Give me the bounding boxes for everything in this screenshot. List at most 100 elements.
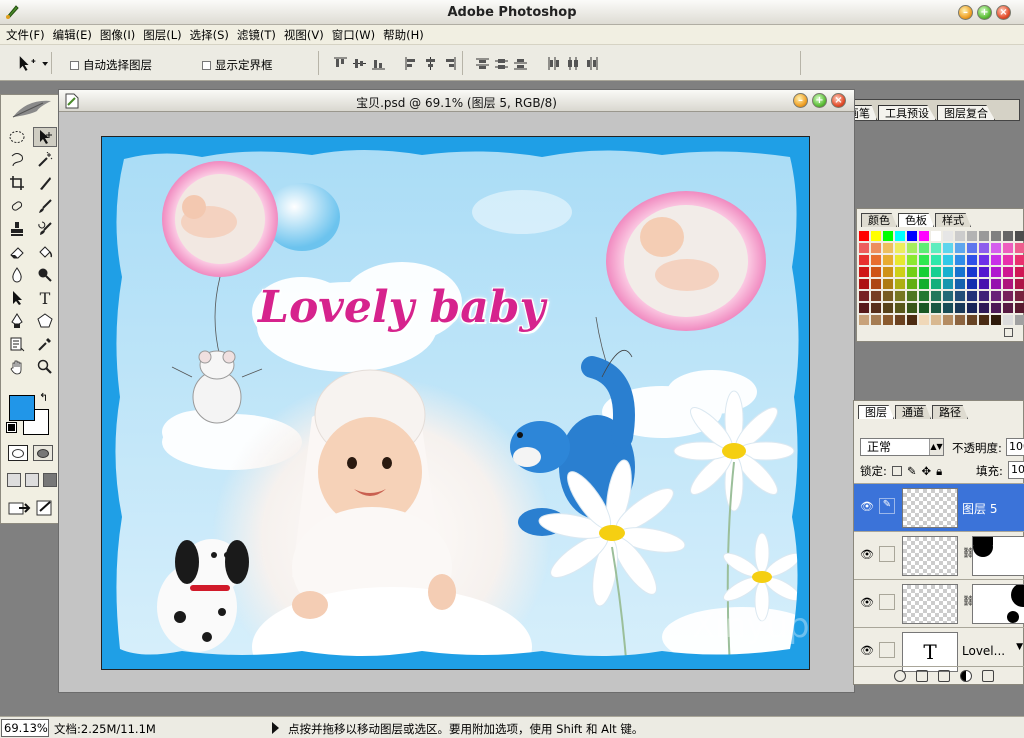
distribute-hcenter-icon[interactable] xyxy=(566,57,579,70)
swatch-cell[interactable] xyxy=(943,231,953,241)
swatch-cell[interactable] xyxy=(907,279,917,289)
lock-pixels-icon[interactable]: ✎ xyxy=(907,464,917,478)
swatch-cell[interactable] xyxy=(1003,231,1013,241)
lock-all-icon[interactable]: 🔒︎ xyxy=(936,464,942,479)
distribute-right-icon[interactable] xyxy=(585,57,598,70)
lock-transparency-icon[interactable] xyxy=(891,466,902,476)
palette-tab-tool-presets[interactable]: 工具预设 xyxy=(878,105,936,120)
menu-view[interactable]: 视图(V) xyxy=(280,27,328,43)
menu-window[interactable]: 窗口(W) xyxy=(328,27,379,43)
new-layer-icon[interactable] xyxy=(982,669,994,682)
swatch-cell[interactable] xyxy=(991,291,1001,301)
tab-swatches[interactable]: 色板 xyxy=(898,213,934,227)
jump-to-imageready-icon[interactable] xyxy=(7,499,31,517)
type-tool-icon[interactable]: T xyxy=(33,288,57,308)
swatch-cell[interactable] xyxy=(979,267,989,277)
swatch-cell[interactable] xyxy=(859,279,869,289)
swatch-cell[interactable] xyxy=(907,315,917,325)
swatch-cell[interactable] xyxy=(871,315,881,325)
swatch-cell[interactable] xyxy=(871,279,881,289)
layer-style-icon[interactable] xyxy=(894,669,906,682)
swatch-cell[interactable] xyxy=(871,267,881,277)
dodge-tool-icon[interactable] xyxy=(33,265,57,285)
visibility-eye-icon[interactable]: 👁︎ xyxy=(859,500,875,513)
swatch-cell[interactable] xyxy=(967,267,977,277)
visibility-eye-icon[interactable]: 👁︎ xyxy=(859,596,875,609)
swatch-cell[interactable] xyxy=(967,291,977,301)
swatch-cell[interactable] xyxy=(907,255,917,265)
auto-select-checkbox-box[interactable] xyxy=(70,60,79,70)
align-vcenter-icon[interactable] xyxy=(353,57,366,70)
zoom-input[interactable]: 69.13% xyxy=(1,719,49,737)
menu-file[interactable]: 文件(F) xyxy=(2,27,49,43)
opacity-input[interactable]: 100% xyxy=(1006,438,1024,456)
swatch-cell[interactable] xyxy=(871,303,881,313)
swatch-cell[interactable] xyxy=(967,279,977,289)
swatch-cell[interactable] xyxy=(919,255,929,265)
swatch-cell[interactable] xyxy=(991,279,1001,289)
swatch-cell[interactable] xyxy=(943,303,953,313)
clone-stamp-tool-icon[interactable] xyxy=(5,219,29,239)
custom-shape-tool-icon[interactable] xyxy=(33,311,57,331)
visibility-eye-icon[interactable]: 👁︎ xyxy=(859,548,875,561)
swatch-cell[interactable] xyxy=(991,303,1001,313)
imageready-icon[interactable] xyxy=(35,499,55,517)
notes-tool-icon[interactable] xyxy=(5,334,29,354)
tab-color[interactable]: 颜色 xyxy=(861,213,897,227)
align-bottom-icon[interactable] xyxy=(372,57,385,70)
swatch-cell[interactable] xyxy=(907,243,917,253)
layer-mask-thumbnail[interactable] xyxy=(972,536,1024,576)
swatch-cell[interactable] xyxy=(1003,243,1013,253)
brush-tool-icon[interactable] xyxy=(33,196,57,216)
swatch-cell[interactable] xyxy=(967,243,977,253)
swatch-cell[interactable] xyxy=(931,315,941,325)
quick-mask-mode-button[interactable] xyxy=(33,445,53,461)
swatch-cell[interactable] xyxy=(895,243,905,253)
swatch-cell[interactable] xyxy=(871,231,881,241)
swatch-cell[interactable] xyxy=(919,243,929,253)
swatch-cell[interactable] xyxy=(895,267,905,277)
swatch-cell[interactable] xyxy=(895,291,905,301)
foreground-color-swatch[interactable] xyxy=(9,395,35,421)
swatch-cell[interactable] xyxy=(907,291,917,301)
align-left-icon[interactable] xyxy=(405,57,418,70)
layer-name[interactable]: Lovel... xyxy=(962,644,1005,658)
swatch-cell[interactable] xyxy=(979,231,989,241)
swatch-cell[interactable] xyxy=(955,255,965,265)
distribute-bottom-icon[interactable] xyxy=(514,57,527,70)
swatch-cell[interactable] xyxy=(955,315,965,325)
swatch-cell[interactable] xyxy=(967,231,977,241)
healing-brush-tool-icon[interactable] xyxy=(5,196,29,216)
blur-tool-icon[interactable] xyxy=(5,265,29,285)
swatch-cell[interactable] xyxy=(871,243,881,253)
swatch-cell[interactable] xyxy=(919,315,929,325)
swatch-grid[interactable] xyxy=(859,231,1024,325)
swatch-cell[interactable] xyxy=(1015,315,1024,325)
swatch-cell[interactable] xyxy=(943,243,953,253)
swatch-cell[interactable] xyxy=(979,279,989,289)
swatch-cell[interactable] xyxy=(895,279,905,289)
standard-screen-mode-button[interactable] xyxy=(7,473,21,487)
swatch-cell[interactable] xyxy=(931,279,941,289)
add-mask-icon[interactable] xyxy=(916,669,928,682)
swatch-cell[interactable] xyxy=(1003,303,1013,313)
move-tool-icon[interactable] xyxy=(33,127,57,147)
crop-tool-icon[interactable] xyxy=(5,173,29,193)
menu-image[interactable]: 图像(I) xyxy=(96,27,139,43)
eyedropper-tool-icon[interactable] xyxy=(33,334,57,354)
swatch-cell[interactable] xyxy=(943,255,953,265)
swatch-cell[interactable] xyxy=(895,255,905,265)
full-screen-mode-button[interactable] xyxy=(43,473,57,487)
paint-bucket-tool-icon[interactable] xyxy=(33,242,57,262)
palette-tab-layer-comps[interactable]: 图层复合 xyxy=(937,105,995,120)
swatch-cell[interactable] xyxy=(943,291,953,301)
layer-mask-thumbnail[interactable] xyxy=(972,584,1024,624)
swatch-cell[interactable] xyxy=(1003,267,1013,277)
swatch-cell[interactable] xyxy=(859,255,869,265)
swatch-cell[interactable] xyxy=(979,291,989,301)
swatch-cell[interactable] xyxy=(991,255,1001,265)
swatch-cell[interactable] xyxy=(955,267,965,277)
panel-resize-icon[interactable] xyxy=(1004,328,1013,337)
layer-link-box[interactable] xyxy=(879,642,895,658)
app-minimize-button[interactable]: – xyxy=(958,5,973,20)
